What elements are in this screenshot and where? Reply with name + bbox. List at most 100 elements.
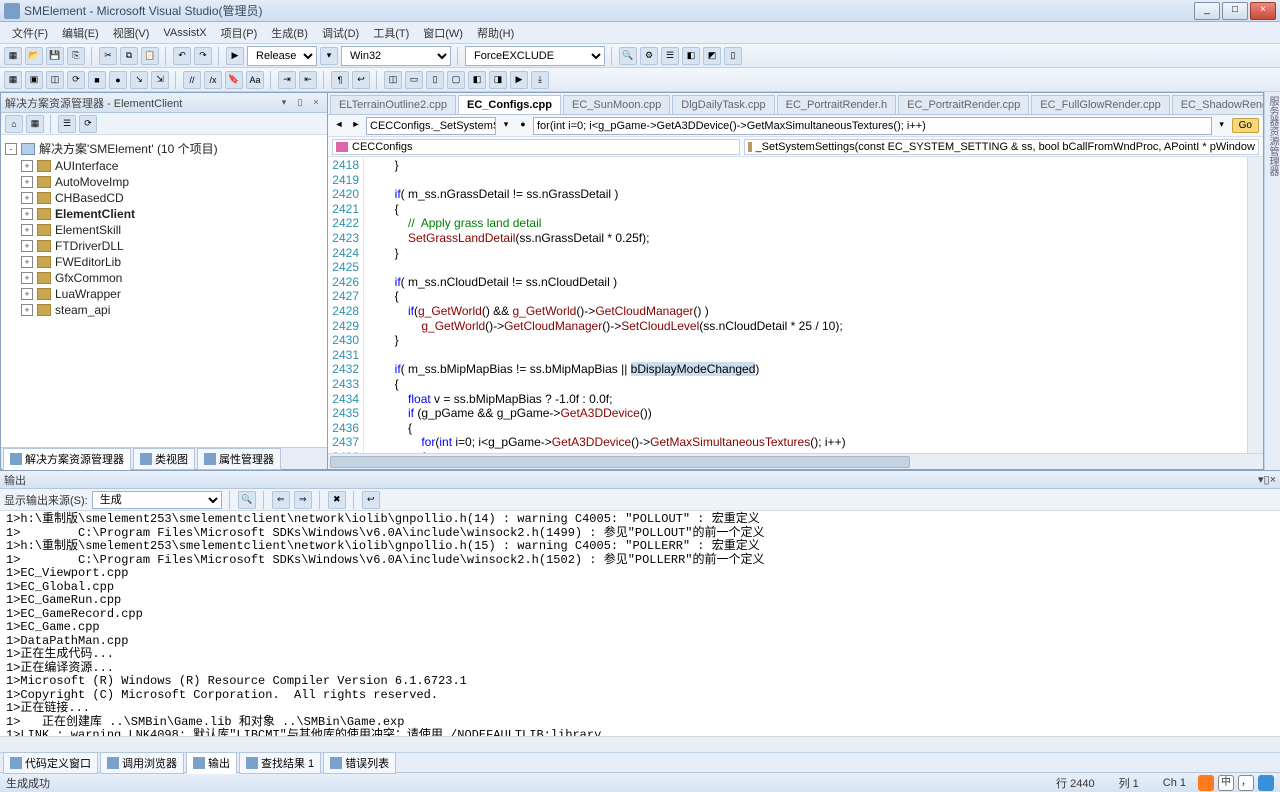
close-button[interactable]: ×	[1250, 2, 1276, 20]
project-gfxcommon[interactable]: +GfxCommon	[3, 270, 325, 286]
project-elementclient[interactable]: +ElementClient	[3, 206, 325, 222]
find-message-icon[interactable]: 🔍	[238, 491, 256, 509]
scrollbar-thumb[interactable]	[330, 456, 910, 468]
cut-icon[interactable]: ✂	[99, 47, 117, 65]
expand-icon[interactable]: +	[21, 240, 33, 252]
menu-项目[interactable]: 项目(P)	[215, 23, 264, 43]
save-all-icon[interactable]: ⎘	[67, 47, 85, 65]
file-tab-ec_portraitrender-h[interactable]: EC_PortraitRender.h	[777, 95, 897, 114]
close-panel-icon[interactable]: ×	[309, 96, 323, 110]
project-fweditorlib[interactable]: +FWEditorLib	[3, 254, 325, 270]
nav-dropdown2-icon[interactable]: ▾	[1215, 119, 1229, 133]
file-tab-elterrainoutline2-cpp[interactable]: ELTerrainOutline2.cpp	[330, 95, 456, 114]
start-debug-icon[interactable]: ▶	[226, 47, 244, 65]
indent-icon[interactable]: ⇥	[278, 71, 296, 89]
paste-icon[interactable]: 📋	[141, 47, 159, 65]
dropdown-icon[interactable]: ▾	[277, 96, 291, 110]
output-header[interactable]: 输出 ▾ ▯ ×	[0, 471, 1280, 489]
menu-生成[interactable]: 生成(B)	[265, 23, 314, 43]
project-chbasedcd[interactable]: +CHBasedCD	[3, 190, 325, 206]
output-source-combo[interactable]: 生成	[92, 491, 222, 509]
menu-窗口[interactable]: 窗口(W)	[417, 23, 469, 43]
pin-icon[interactable]: ▯	[293, 96, 307, 110]
toolbox-icon[interactable]: ⚙	[640, 47, 658, 65]
window8-icon[interactable]: ⤓	[531, 71, 549, 89]
file-tab-ec_portraitrender-cpp[interactable]: EC_PortraitRender.cpp	[898, 95, 1029, 114]
next-message-icon[interactable]: ⇒	[294, 491, 312, 509]
toggle-ws-icon[interactable]: ¶	[331, 71, 349, 89]
menu-文件[interactable]: 文件(F)	[6, 23, 54, 43]
project-elementskill[interactable]: +ElementSkill	[3, 222, 325, 238]
add-existing-icon[interactable]: ▣	[25, 71, 43, 89]
class-view-icon[interactable]: ◧	[682, 47, 700, 65]
menu-视图[interactable]: 视图(V)	[107, 23, 156, 43]
ime-lang-icon[interactable]: 中	[1218, 775, 1234, 791]
solution-explorer-header[interactable]: 解决方案资源管理器 - ElementClient ▾ ▯ ×	[1, 93, 327, 113]
bookmark-icon[interactable]: 🔖	[225, 71, 243, 89]
scope-function-combo[interactable]: CECConfigs._SetSystemS	[366, 117, 496, 135]
misc-icon[interactable]: ▯	[724, 47, 742, 65]
comment-icon[interactable]: //	[183, 71, 201, 89]
stop-icon[interactable]: ■	[88, 71, 106, 89]
member-list-icon[interactable]: Aa	[246, 71, 264, 89]
expand-icon[interactable]: +	[21, 160, 33, 172]
home-icon[interactable]: ⌂	[5, 115, 23, 133]
bottom-tab-1[interactable]: 调用浏览器	[100, 752, 184, 774]
project-steam_api[interactable]: +steam_api	[3, 302, 325, 318]
nav-dropdown-icon[interactable]: ▾	[499, 119, 513, 133]
find-icon[interactable]: 🔍	[619, 47, 637, 65]
build-config-combo[interactable]: Release	[247, 46, 317, 66]
nav-fwd-icon[interactable]: ►	[349, 119, 363, 133]
expand-icon[interactable]: +	[21, 288, 33, 300]
show-all-files-icon[interactable]: ▦	[26, 115, 44, 133]
code-body[interactable]: } if( m_ss.nGrassDetail != ss.nGrassDeta…	[364, 157, 1247, 453]
window7-icon[interactable]: ▶	[510, 71, 528, 89]
nav-member-icon[interactable]: ●	[516, 119, 530, 133]
open-icon[interactable]: 📂	[25, 47, 43, 65]
horizontal-scrollbar[interactable]	[328, 453, 1263, 469]
minimize-button[interactable]: _	[1194, 2, 1220, 20]
uncomment-icon[interactable]: /x	[204, 71, 222, 89]
project-automoveimp[interactable]: +AutoMoveImp	[3, 174, 325, 190]
window3-icon[interactable]: ▯	[426, 71, 444, 89]
bottom-tab-2[interactable]: 输出	[186, 752, 237, 774]
file-tab-ec_fullglowrender-cpp[interactable]: EC_FullGlowRender.cpp	[1031, 95, 1169, 114]
close-output-icon[interactable]: ×	[1270, 474, 1276, 486]
method-scope-combo[interactable]: _SetSystemSettings(const EC_SYSTEM_SETTI…	[744, 139, 1259, 155]
config-dropdown-icon[interactable]: ▾	[320, 47, 338, 65]
platform-combo[interactable]: Win32	[341, 46, 451, 66]
project-ftdriverdll[interactable]: +FTDriverDLL	[3, 238, 325, 254]
force-combo[interactable]: ForceEXCLUDE	[465, 46, 605, 66]
footer-tab-2[interactable]: 属性管理器	[197, 448, 281, 470]
refresh-tree-icon[interactable]: ⟳	[79, 115, 97, 133]
maximize-button[interactable]: □	[1222, 2, 1248, 20]
nav-back-icon[interactable]: ◄	[332, 119, 346, 133]
menu-编辑[interactable]: 编辑(E)	[56, 23, 105, 43]
expand-icon[interactable]: +	[21, 176, 33, 188]
expand-icon[interactable]: +	[21, 192, 33, 204]
solution-root-label[interactable]: 解决方案'SMElement' (10 个项目)	[39, 140, 218, 157]
breakpoint-icon[interactable]: ●	[109, 71, 127, 89]
menu-调试[interactable]: 调试(D)	[316, 23, 365, 43]
redo-icon[interactable]: ↷	[194, 47, 212, 65]
expand-icon[interactable]: +	[21, 272, 33, 284]
current-line-combo[interactable]: for(int i=0; i<g_pGame->GetA3DDevice()->…	[533, 117, 1212, 135]
properties-icon[interactable]: ☰	[58, 115, 76, 133]
window2-icon[interactable]: ▭	[405, 71, 423, 89]
expand-icon[interactable]: +	[21, 304, 33, 316]
new-item-icon[interactable]: ▦	[4, 71, 22, 89]
footer-tab-0[interactable]: 解决方案资源管理器	[3, 448, 131, 470]
output-text[interactable]: 1>h:\重制版\smelement253\smelementclient\ne…	[0, 511, 1280, 736]
toggle-wrap-icon[interactable]: ↩	[362, 491, 380, 509]
undo-icon[interactable]: ↶	[173, 47, 191, 65]
wordwrap-icon[interactable]: ↩	[352, 71, 370, 89]
outdent-icon[interactable]: ⇤	[299, 71, 317, 89]
copy-icon[interactable]: ⧉	[120, 47, 138, 65]
expand-icon[interactable]: +	[21, 224, 33, 236]
bottom-tab-4[interactable]: 错误列表	[323, 752, 396, 774]
vertical-scrollbar[interactable]	[1247, 157, 1263, 453]
project-luawrapper[interactable]: +LuaWrapper	[3, 286, 325, 302]
project-auinterface[interactable]: +AUInterface	[3, 158, 325, 174]
expand-icon[interactable]: +	[21, 256, 33, 268]
window5-icon[interactable]: ◧	[468, 71, 486, 89]
